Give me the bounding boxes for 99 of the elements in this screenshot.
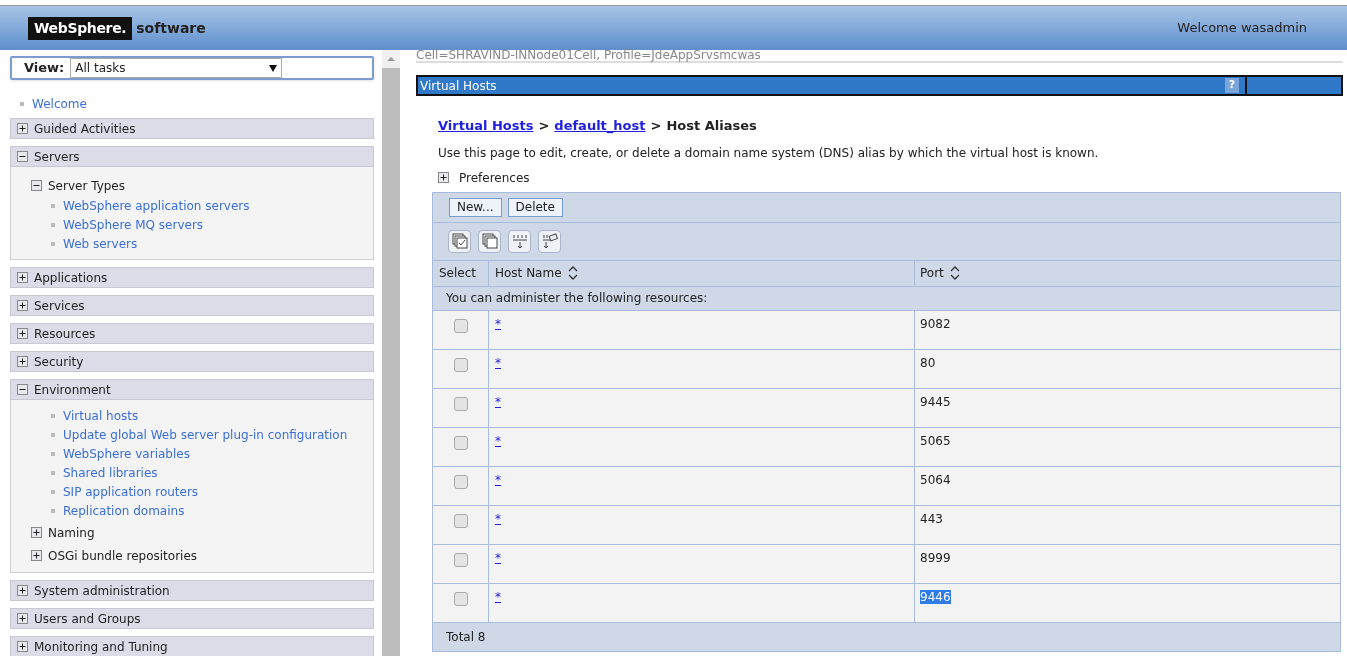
bullet-icon bbox=[51, 222, 55, 227]
delete-button[interactable]: Delete bbox=[507, 197, 563, 217]
nav-section-header[interactable]: System administration bbox=[10, 580, 374, 601]
bullet-icon bbox=[51, 508, 55, 513]
port-value: 9082 bbox=[920, 316, 951, 331]
nav-section-header[interactable]: Services bbox=[10, 295, 374, 316]
port-value: 5065 bbox=[920, 433, 951, 448]
page-description: Use this page to edit, create, or delete a domain name system (DNS) alias by which the virtual host is known. bbox=[438, 144, 1100, 162]
expand-icon[interactable] bbox=[17, 613, 28, 624]
breadcrumb-separator: > bbox=[538, 117, 550, 135]
bullet-icon bbox=[51, 470, 55, 475]
host-name-link[interactable]: * bbox=[495, 511, 501, 526]
nav-section-header[interactable]: Applications bbox=[10, 267, 374, 288]
port-value: 80 bbox=[920, 355, 936, 370]
bullet-icon bbox=[51, 203, 55, 208]
expand-icon[interactable] bbox=[17, 300, 28, 311]
bullet-icon bbox=[51, 241, 55, 246]
breadcrumb-current: Host Aliases bbox=[666, 117, 757, 135]
row-checkbox[interactable] bbox=[453, 552, 468, 567]
view-label: View: bbox=[24, 59, 65, 78]
welcome-link[interactable]: Welcome bbox=[32, 95, 87, 113]
row-checkbox[interactable] bbox=[453, 396, 468, 411]
nav-link[interactable]: SIP application routers bbox=[63, 482, 199, 501]
preferences-toggle[interactable]: Preferences bbox=[438, 169, 1343, 186]
expand-icon[interactable] bbox=[17, 356, 28, 367]
scope-text: Cell=SHRAVIND-INNode01Cell, Profile=JdeAppSrvsmcwas bbox=[416, 49, 1343, 63]
nav-group[interactable]: OSGi bundle repositories bbox=[31, 547, 373, 564]
nav-section-header[interactable]: Resources bbox=[10, 323, 374, 344]
host-name-link[interactable]: * bbox=[495, 394, 501, 409]
resource-notice: You can administer the following resources: bbox=[433, 286, 1340, 311]
port-value: 443 bbox=[920, 511, 943, 526]
host-name-link[interactable]: * bbox=[495, 433, 501, 448]
nav-section-header[interactable]: Users and Groups bbox=[10, 608, 374, 629]
expand-icon[interactable] bbox=[17, 272, 28, 283]
row-checkbox[interactable] bbox=[453, 435, 468, 450]
expand-icon[interactable] bbox=[17, 641, 28, 652]
host-name-link[interactable]: * bbox=[495, 589, 501, 604]
nav-link[interactable]: WebSphere variables bbox=[63, 444, 190, 463]
host-name-link[interactable]: * bbox=[495, 355, 501, 370]
port-value: 8999 bbox=[920, 550, 951, 565]
nav-link[interactable]: Web servers bbox=[63, 234, 138, 253]
nav-group[interactable]: Server Types bbox=[31, 177, 373, 194]
port-value: 9445 bbox=[920, 394, 951, 409]
nav-group[interactable]: Naming bbox=[31, 524, 373, 541]
breadcrumb-separator: > bbox=[650, 117, 662, 135]
panel-title-bar: Virtual Hosts ? bbox=[416, 75, 1343, 96]
clear-filter-icon[interactable] bbox=[538, 229, 561, 253]
sort-icon[interactable] bbox=[949, 266, 960, 280]
select-all-icon[interactable] bbox=[448, 229, 471, 253]
dropdown-arrow-icon bbox=[269, 64, 278, 72]
bullet-icon bbox=[51, 432, 55, 437]
expand-icon[interactable] bbox=[17, 328, 28, 339]
logo-text: software bbox=[136, 18, 206, 38]
collapse-icon[interactable] bbox=[31, 180, 42, 191]
scrollbar[interactable] bbox=[382, 50, 400, 656]
breadcrumb-link[interactable]: Virtual Hosts bbox=[438, 116, 534, 136]
host-name-link[interactable]: * bbox=[495, 472, 501, 487]
deselect-all-icon[interactable] bbox=[478, 229, 501, 253]
nav-link[interactable]: Shared libraries bbox=[63, 463, 158, 482]
bullet-icon bbox=[51, 451, 55, 456]
column-header[interactable]: Port bbox=[915, 260, 1340, 286]
collapse-icon[interactable] bbox=[17, 384, 28, 395]
nav-section-header[interactable]: Security bbox=[10, 351, 374, 372]
sort-icon[interactable] bbox=[567, 266, 578, 280]
host-name-link[interactable]: * bbox=[495, 316, 501, 331]
welcome-text: Welcome wasadmin bbox=[1177, 19, 1307, 38]
collapse-icon[interactable] bbox=[17, 151, 28, 162]
row-checkbox[interactable] bbox=[453, 591, 468, 606]
logo-mark: WebSphere. bbox=[28, 16, 133, 40]
expand-icon[interactable] bbox=[438, 172, 449, 183]
expand-icon[interactable] bbox=[31, 527, 42, 538]
expand-icon[interactable] bbox=[17, 123, 28, 134]
expand-icon[interactable] bbox=[31, 550, 42, 561]
host-name-link[interactable]: * bbox=[495, 550, 501, 565]
nav-link[interactable]: WebSphere application servers bbox=[63, 196, 250, 215]
nav-section-header[interactable]: Servers bbox=[10, 146, 374, 167]
row-checkbox[interactable] bbox=[453, 357, 468, 372]
column-header[interactable]: Host Name bbox=[489, 260, 915, 286]
nav-section-header[interactable]: Environment bbox=[10, 379, 374, 400]
total-count: Total 8 bbox=[445, 628, 487, 646]
nav-link[interactable]: Replication domains bbox=[63, 501, 185, 520]
nav-section-header[interactable]: Monitoring and Tuning bbox=[10, 636, 374, 656]
nav-link[interactable]: WebSphere MQ servers bbox=[63, 215, 204, 234]
nav-link[interactable]: Update global Web server plug-in configuration bbox=[63, 425, 348, 444]
expand-icon[interactable] bbox=[17, 585, 28, 596]
new-button[interactable]: New... bbox=[449, 197, 502, 217]
row-checkbox[interactable] bbox=[453, 474, 468, 489]
nav-section-header[interactable]: Guided Activities bbox=[10, 118, 374, 139]
column-header: Select bbox=[433, 260, 489, 286]
row-checkbox[interactable] bbox=[453, 513, 468, 528]
nav-link[interactable]: Virtual hosts bbox=[63, 406, 139, 425]
port-value: 5064 bbox=[920, 472, 951, 487]
breadcrumb-link[interactable]: default_host bbox=[554, 116, 646, 136]
bullet-icon bbox=[51, 413, 55, 418]
view-dropdown[interactable]: All tasks bbox=[70, 58, 283, 78]
port-value: 9446 bbox=[920, 589, 951, 604]
row-checkbox[interactable] bbox=[453, 318, 468, 333]
bullet-icon bbox=[20, 102, 24, 106]
bullet-icon bbox=[51, 489, 55, 494]
